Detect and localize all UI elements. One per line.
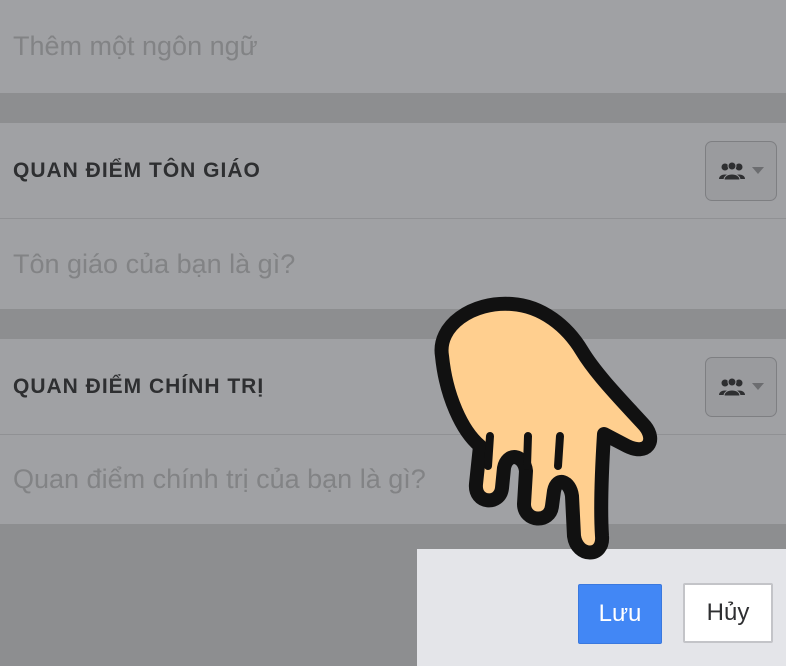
religion-placeholder: Tôn giáo của bạn là gì?: [13, 248, 296, 279]
religion-field[interactable]: Tôn giáo của bạn là gì?: [0, 219, 786, 309]
cancel-button[interactable]: Hủy: [683, 583, 773, 643]
religion-section-title: QUAN ĐIỂM TÔN GIÁO: [13, 158, 261, 182]
save-button[interactable]: Lưu: [578, 584, 662, 644]
religion-section-header: QUAN ĐIỂM TÔN GIÁO: [0, 123, 786, 218]
action-bar: Lưu Hủy: [417, 549, 786, 666]
friends-icon: [719, 161, 745, 181]
add-language-placeholder: Thêm một ngôn ngữ: [13, 31, 258, 61]
chevron-down-icon: [752, 383, 764, 390]
politics-privacy-selector[interactable]: [705, 357, 777, 417]
politics-section-header: QUAN ĐIỂM CHÍNH TRỊ: [0, 339, 786, 434]
friends-icon: [719, 377, 745, 397]
pointing-hand-icon: [434, 296, 658, 560]
politics-placeholder: Quan điểm chính trị của bạn là gì?: [13, 464, 426, 494]
politics-section-title: QUAN ĐIỂM CHÍNH TRỊ: [13, 374, 265, 398]
chevron-down-icon: [752, 167, 764, 174]
religion-privacy-selector[interactable]: [705, 141, 777, 201]
politics-field[interactable]: Quan điểm chính trị của bạn là gì?: [0, 435, 786, 524]
add-language-field[interactable]: Thêm một ngôn ngữ: [0, 0, 786, 93]
